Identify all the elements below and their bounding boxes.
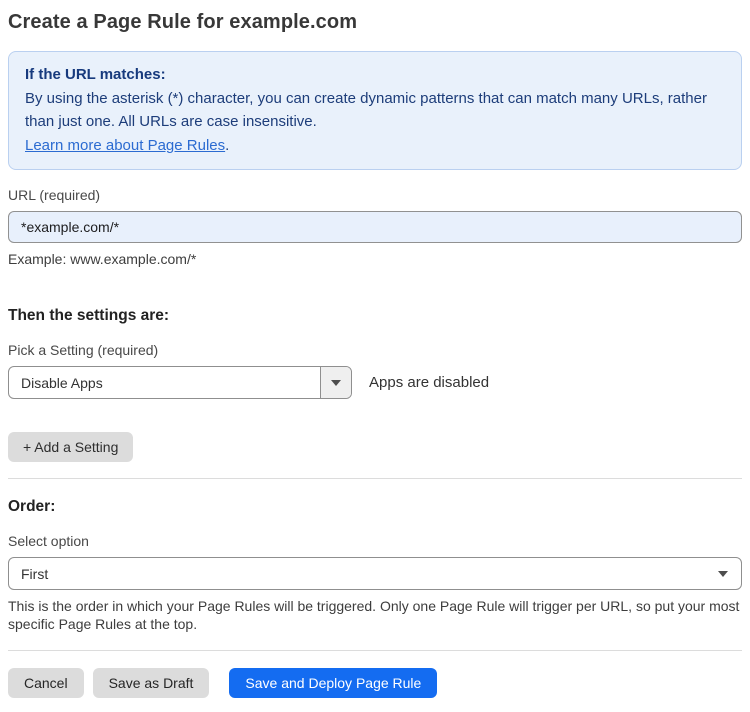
info-box-heading: If the URL matches:	[25, 66, 166, 83]
order-section-heading: Order:	[8, 498, 56, 515]
url-example-helper: Example: www.example.com/*	[8, 251, 197, 267]
order-select-value: First	[21, 565, 49, 582]
cancel-button[interactable]: Cancel	[8, 668, 84, 698]
footer-divider	[8, 650, 742, 651]
save-as-draft-button[interactable]: Save as Draft	[92, 668, 210, 698]
setting-status-text: Apps are disabled	[369, 374, 490, 391]
footer-button-row: Cancel Save as Draft Save and Deploy Pag…	[8, 668, 742, 698]
setting-select-caret-button[interactable]	[320, 367, 351, 398]
settings-section-heading: Then the settings are:	[8, 307, 170, 324]
setting-select[interactable]: Disable Apps	[8, 366, 352, 399]
add-setting-button[interactable]: + Add a Setting	[8, 432, 134, 462]
save-and-deploy-button[interactable]: Save and Deploy Page Rule	[229, 668, 438, 698]
create-page-rule-form: Create a Page Rule for example.com If th…	[0, 0, 750, 712]
learn-more-link[interactable]: Learn more about Page Rules	[25, 137, 225, 154]
info-box-body: By using the asterisk (*) character, you…	[25, 89, 707, 131]
setting-picker-row: Disable Apps Apps are disabled	[8, 366, 742, 399]
order-select[interactable]: First	[8, 557, 742, 590]
order-helper-text: This is the order in which your Page Rul…	[8, 598, 740, 632]
settings-order-divider	[8, 478, 742, 479]
info-box-link-line: Learn more about Page Rules.	[25, 134, 725, 158]
chevron-down-icon	[718, 571, 728, 577]
chevron-down-icon	[331, 379, 341, 386]
page-title: Create a Page Rule for example.com	[8, 11, 358, 33]
order-select-label: Select option	[8, 533, 89, 549]
url-input[interactable]	[8, 211, 742, 243]
link-period: .	[225, 136, 230, 154]
url-match-info-box: If the URL matches: By using the asteris…	[8, 51, 742, 170]
setting-select-value: Disable Apps	[21, 374, 103, 391]
url-field-label: URL (required)	[8, 187, 101, 203]
pick-setting-label: Pick a Setting (required)	[8, 342, 159, 358]
